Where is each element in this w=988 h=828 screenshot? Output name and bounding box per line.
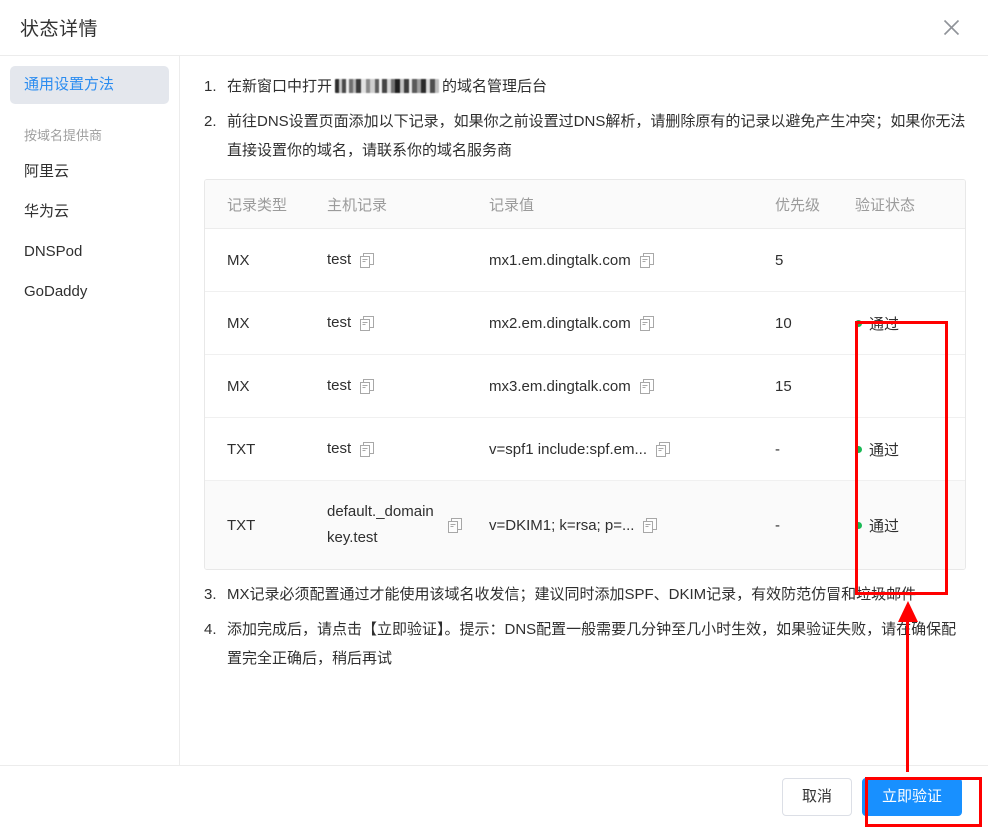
dns-records-table-wrapper: 记录类型 主机记录 记录值 优先级 验证状态 MX test mx1.em.di…: [204, 179, 966, 570]
copy-icon[interactable]: [656, 441, 670, 457]
cell-verify-status: [855, 228, 965, 292]
status-dot-icon: [855, 319, 862, 327]
dialog-footer: 取消 立即验证: [0, 765, 988, 828]
verify-now-button[interactable]: 立即验证: [861, 778, 962, 816]
sidebar-group-title: 按域名提供商: [24, 128, 103, 143]
cell-host-record: test: [327, 291, 489, 355]
close-icon[interactable]: [932, 8, 970, 46]
cell-host-record: test: [327, 228, 489, 292]
dialog-body: 通用设置方法 按域名提供商 阿里云 华为云 DNSPod GoDaddy 在新窗…: [0, 56, 988, 765]
host-value: test: [327, 440, 352, 457]
column-header-record-type: 记录类型: [205, 180, 327, 229]
sidebar-item-godaddy[interactable]: GoDaddy: [0, 272, 179, 312]
instruction-steps-top: 在新窗口中打开 的域名管理后台 前往DNS设置页面添加以下记录，如果你之前设置过D…: [204, 72, 966, 165]
sidebar-item-label: 华为云: [24, 203, 70, 220]
sidebar: 通用设置方法 按域名提供商 阿里云 华为云 DNSPod GoDaddy: [0, 56, 180, 765]
cell-record-type: TXT: [205, 480, 327, 569]
copy-icon[interactable]: [448, 517, 462, 533]
cell-priority: 15: [775, 354, 855, 418]
copy-icon[interactable]: [360, 378, 375, 394]
column-header-record-value: 记录值: [489, 180, 775, 229]
cell-verify-status: 通过: [855, 480, 965, 569]
sidebar-item-dnspod[interactable]: DNSPod: [0, 232, 179, 272]
cell-host-record: test: [327, 417, 489, 481]
status-detail-dialog: 状态详情 通用设置方法 按域名提供商 阿里云 华为云 DNSPod GoDadd…: [0, 0, 988, 828]
status-dot-icon: [855, 521, 862, 529]
redacted-domain: [335, 79, 440, 93]
table-row: MX test m: [205, 291, 965, 355]
record-value: v=DKIM1; k=rsa; p=...: [489, 516, 635, 534]
record-value: mx1.em.dingtalk.com: [489, 251, 631, 269]
cell-record-value: v=DKIM1; k=rsa; p=...: [489, 480, 775, 569]
step1-prefix: 在新窗口中打开: [227, 78, 333, 95]
table-head: 记录类型 主机记录 记录值 优先级 验证状态: [205, 180, 965, 229]
copy-icon[interactable]: [639, 252, 654, 268]
table-header-row: 记录类型 主机记录 记录值 优先级 验证状态: [205, 180, 965, 229]
sidebar-item-general-setup[interactable]: 通用设置方法: [10, 66, 169, 104]
status-dot-icon: [855, 445, 862, 453]
cell-record-type: TXT: [205, 417, 327, 481]
copy-icon[interactable]: [360, 315, 375, 331]
cell-record-type: MX: [205, 354, 327, 418]
table-row: MX test m: [205, 354, 965, 418]
cell-host-record: test: [327, 354, 489, 418]
cell-verify-status: [855, 354, 965, 418]
record-value: mx2.em.dingtalk.com: [489, 314, 631, 332]
cell-record-type: MX: [205, 228, 327, 292]
cell-record-value: mx1.em.dingtalk.com: [489, 228, 775, 292]
status-badge: 通过: [869, 517, 900, 535]
record-value: mx3.em.dingtalk.com: [489, 377, 631, 395]
main-content: 在新窗口中打开 的域名管理后台 前往DNS设置页面添加以下记录，如果你之前设置过D…: [180, 56, 988, 765]
instruction-step-4: 添加完成后，请点击【立即验证】。提示：DNS配置一般需要几分钟至几小时生效，如果…: [204, 615, 957, 667]
cell-record-type: MX: [205, 291, 327, 355]
sidebar-item-label: GoDaddy: [24, 283, 88, 300]
cell-priority: 10: [775, 291, 855, 355]
status-badge: 通过: [869, 315, 900, 333]
host-value: test: [327, 314, 352, 331]
table-body: MX test mx1.em.dingtalk.com 5 MX test mx…: [205, 228, 965, 569]
status-badge: 通过: [869, 441, 900, 459]
column-header-priority: 优先级: [775, 180, 855, 229]
table-row: TXT default._domainkey.test v=DKIM1; k=r…: [205, 480, 965, 569]
dns-records-table: 记录类型 主机记录 记录值 优先级 验证状态 MX test mx1.em.di…: [205, 180, 965, 569]
host-value: default._domainkey.test: [327, 503, 434, 546]
copy-icon[interactable]: [360, 441, 375, 457]
cell-host-record: default._domainkey.test: [327, 480, 489, 569]
cell-verify-status: 通过: [855, 417, 965, 481]
host-value: test: [327, 377, 352, 394]
sidebar-item-label: DNSPod: [24, 243, 83, 260]
instruction-step-1: 在新窗口中打开 的域名管理后台: [204, 72, 966, 101]
copy-icon[interactable]: [639, 378, 654, 394]
cell-verify-status: 通过: [855, 291, 965, 355]
instruction-step-2: 前往DNS设置页面添加以下记录，如果你之前设置过DNS解析，请删除原有的记录以避…: [204, 107, 966, 159]
dialog-header: 状态详情: [0, 0, 988, 55]
sidebar-item-label: 通用设置方法: [24, 76, 115, 93]
sidebar-item-aliyun[interactable]: 阿里云: [0, 152, 179, 192]
copy-icon[interactable]: [360, 252, 375, 268]
instruction-step-3: MX记录必须配置通过才能使用该域名收发信；建议同时添加SPF、DKIM记录，有效…: [204, 580, 917, 609]
table-row: MX test m: [205, 228, 965, 292]
instruction-steps-bottom: MX记录必须配置通过才能使用该域名收发信；建议同时添加SPF、DKIM记录，有效…: [204, 580, 966, 673]
record-value: v=spf1 include:spf.em...: [489, 440, 647, 458]
page-title: 状态详情: [20, 19, 99, 40]
step1-suffix: 的域名管理后台: [442, 78, 548, 95]
cancel-button[interactable]: 取消: [781, 778, 852, 816]
cell-priority: 5: [775, 228, 855, 292]
cell-record-value: mx2.em.dingtalk.com: [489, 291, 775, 355]
sidebar-item-label: 阿里云: [24, 163, 70, 180]
cell-priority: -: [775, 417, 855, 481]
host-value: test: [327, 251, 352, 268]
column-header-verify-status: 验证状态: [855, 180, 965, 229]
cell-priority: -: [775, 480, 855, 569]
column-header-host-record: 主机记录: [327, 180, 489, 229]
table-row: TXT test v=spf1 include:spf.em... - 通过: [205, 417, 965, 481]
copy-icon[interactable]: [643, 517, 658, 533]
cell-record-value: v=spf1 include:spf.em...: [489, 417, 775, 481]
sidebar-item-huaweicloud[interactable]: 华为云: [0, 192, 179, 232]
copy-icon[interactable]: [639, 315, 654, 331]
cell-record-value: mx3.em.dingtalk.com: [489, 354, 775, 418]
